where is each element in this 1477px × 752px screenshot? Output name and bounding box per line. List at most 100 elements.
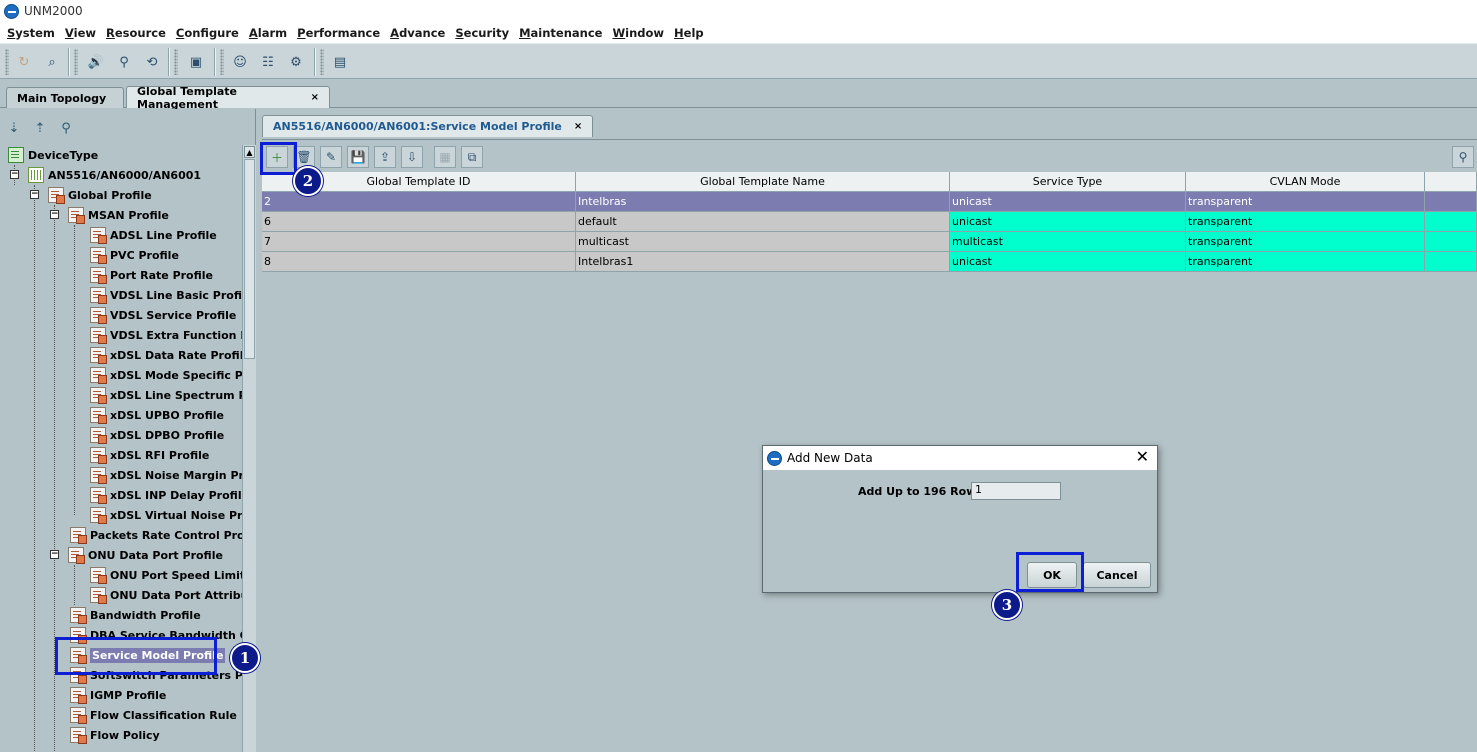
add-new-data-dialog: Add New Data ✕ Add Up to 196 Rows 1 OK C… [762, 445, 1158, 593]
rows-label: Add Up to 196 Rows [858, 485, 983, 498]
edit-icon[interactable]: ✎ [320, 146, 342, 168]
tree-root-icon [8, 147, 24, 163]
profile-icon [90, 287, 107, 304]
tree-connector [34, 185, 35, 752]
annotation-highlight-tree [55, 637, 217, 675]
settings-icon[interactable]: ⚙ [286, 52, 306, 72]
collapse-toggle[interactable]: − [10, 170, 19, 179]
menu-performance[interactable]: Performance [297, 26, 380, 40]
user-icon[interactable]: ☺ [230, 52, 250, 72]
expand-all-icon[interactable]: ⇣ [4, 118, 24, 138]
tab-close-icon[interactable]: × [311, 92, 319, 103]
export-icon[interactable]: ⇪ [374, 146, 396, 168]
menu-window[interactable]: Window [612, 26, 664, 40]
tree-node-bandwidth-profile[interactable]: Bandwidth Profile [70, 605, 201, 625]
menu-resource[interactable]: Resource [106, 26, 166, 40]
tree-node-pvc-profile[interactable]: PVC Profile [90, 245, 179, 265]
toolbar-grip[interactable] [5, 49, 9, 75]
tree-node-vdsl-extra-function[interactable]: VDSL Extra Function Pro [90, 325, 242, 345]
tree-node-device-type[interactable]: DeviceType [8, 145, 98, 165]
menu-alarm[interactable]: Alarm [249, 26, 287, 40]
menu-configure[interactable]: Configure [176, 26, 239, 40]
profile-icon [90, 387, 107, 404]
annotation-badge-2: 2 [293, 166, 323, 196]
collapse-toggle[interactable]: − [50, 550, 59, 559]
tree-node-vdsl-line-basic[interactable]: VDSL Line Basic Profile [90, 285, 242, 305]
tree-node-xdsl-virtual-noise[interactable]: xDSL Virtual Noise Profi [90, 505, 242, 525]
table-row[interactable]: 8 Intelbras1 unicast transparent [262, 252, 1477, 272]
column-header-template-name[interactable]: Global Template Name [576, 172, 950, 192]
scroll-up-icon[interactable]: ▲ [244, 146, 255, 158]
menu-security[interactable]: Security [455, 26, 509, 40]
tree-node-adsl-line-profile[interactable]: ADSL Line Profile [90, 225, 217, 245]
monitor-icon[interactable]: ▣ [186, 52, 206, 72]
profile-icon [90, 567, 107, 584]
column-header-service-type[interactable]: Service Type [950, 172, 1186, 192]
tree-node-an5516[interactable]: − AN5516/AN6000/AN6001 [10, 165, 201, 185]
tree-node-flow-policy[interactable]: Flow Policy [70, 725, 160, 745]
tab-main-topology[interactable]: Main Topology [6, 87, 124, 108]
tree-node-igmp-profile[interactable]: IGMP Profile [70, 685, 166, 705]
find-icon[interactable]: ⌕ [42, 52, 62, 72]
tree-node-onu-data-port-profile[interactable]: − ONU Data Port Profile [50, 545, 223, 565]
tree-node-xdsl-noise-margin[interactable]: xDSL Noise Margin Profi [90, 465, 242, 485]
cell-cvlan-mode: transparent [1186, 252, 1425, 272]
tab-service-model-profile[interactable]: AN5516/AN6000/AN6001:Service Model Profi… [262, 115, 594, 137]
search-icon[interactable]: ⚲ [56, 118, 76, 138]
refresh-icon[interactable]: ↻ [14, 52, 34, 72]
cell-service-type: unicast [950, 212, 1186, 232]
import-icon[interactable]: ⇩ [401, 146, 423, 168]
alarm-search-icon[interactable]: ⚲ [114, 52, 134, 72]
menu-view[interactable]: View [65, 26, 96, 40]
tree-node-xdsl-line-spectrum[interactable]: xDSL Line Spectrum Pro [90, 385, 242, 405]
tree-node-xdsl-upbo[interactable]: xDSL UPBO Profile [90, 405, 224, 425]
tree-node-vdsl-service[interactable]: VDSL Service Profile [90, 305, 236, 325]
tree-node-port-rate-profile[interactable]: Port Rate Profile [90, 265, 213, 285]
menu-system[interactable]: System [7, 26, 55, 40]
tab-global-template-management[interactable]: Global Template Management × [126, 85, 330, 111]
toolbar-grip[interactable] [320, 49, 324, 75]
cell-template-id: 7 [262, 232, 576, 252]
table-row[interactable]: 7 multicast multicast transparent [262, 232, 1477, 252]
collapse-toggle[interactable]: − [30, 190, 39, 199]
cell-template-name: Intelbras1 [576, 252, 950, 272]
tree-node-msan-profile[interactable]: − MSAN Profile [50, 205, 169, 225]
cancel-button[interactable]: Cancel [1083, 562, 1151, 588]
cell-service-type: multicast [950, 232, 1186, 252]
table-row[interactable]: 2 Intelbras unicast transparent [262, 192, 1477, 212]
tree-node-onu-port-speed-limit[interactable]: ONU Port Speed Limit Pr [90, 565, 242, 585]
menu-maintenance[interactable]: Maintenance [519, 26, 602, 40]
tree-node-xdsl-dpbo[interactable]: xDSL DPBO Profile [90, 425, 224, 445]
window-icon[interactable]: ▤ [330, 52, 350, 72]
column-header-cvlan-mode[interactable]: CVLAN Mode [1186, 172, 1425, 192]
subtab-label: AN5516/AN6000/AN6001:Service Model Profi… [273, 120, 562, 133]
tree-node-xdsl-rfi[interactable]: xDSL RFI Profile [90, 445, 209, 465]
tree-node-onu-data-port-attribute[interactable]: ONU Data Port Attribute [90, 585, 242, 605]
tree-node-xdsl-inp-delay[interactable]: xDSL INP Delay Profile [90, 485, 242, 505]
tree-node-global-profile[interactable]: − Global Profile [30, 185, 152, 205]
dialog-close-icon[interactable]: ✕ [1136, 449, 1149, 465]
scrollbar-thumb[interactable] [244, 159, 255, 359]
profile-icon [90, 487, 107, 504]
menu-help[interactable]: Help [674, 26, 704, 40]
table-search-icon[interactable]: ⚲ [1452, 146, 1474, 168]
table-row[interactable]: 6 default unicast transparent [262, 212, 1477, 232]
collapse-toggle[interactable]: − [50, 210, 59, 219]
dialog-title-bar[interactable]: Add New Data ✕ [763, 446, 1157, 470]
sound-icon[interactable]: 🔊 [86, 52, 106, 72]
rows-count-input[interactable]: 1 [971, 482, 1061, 500]
alarm-sync-icon[interactable]: ⟲ [142, 52, 162, 72]
menu-advance[interactable]: Advance [390, 26, 445, 40]
topology-icon[interactable]: ☷ [258, 52, 278, 72]
save-icon[interactable]: 💾 [347, 146, 369, 168]
toolbar-grip[interactable] [74, 49, 78, 75]
tree-node-xdsl-mode-psd[interactable]: xDSL Mode Specific PSD [90, 365, 242, 385]
tree-node-packets-rate-control[interactable]: Packets Rate Control Profile [70, 525, 242, 545]
tree-node-xdsl-data-rate[interactable]: xDSL Data Rate Profile [90, 345, 242, 365]
tree-node-flow-classification-rule[interactable]: Flow Classification Rule [70, 705, 237, 725]
toolbar-grip[interactable] [220, 49, 224, 75]
copy-icon[interactable]: ⧉ [461, 146, 483, 168]
toolbar-grip[interactable] [174, 49, 178, 75]
collapse-all-icon[interactable]: ⇡ [30, 118, 50, 138]
subtab-close-icon[interactable]: × [574, 121, 582, 132]
